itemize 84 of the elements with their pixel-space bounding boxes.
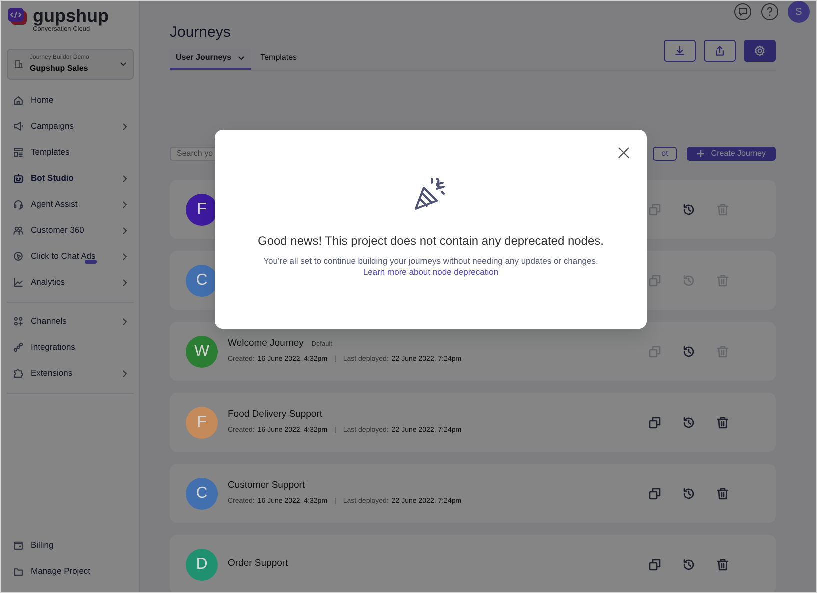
settings-icon: [754, 45, 766, 57]
line-chart-icon: [13, 277, 24, 288]
chat-button[interactable]: [734, 3, 752, 21]
copy-icon: [648, 486, 662, 500]
user-avatar[interactable]: S: [788, 1, 810, 23]
chevron-down-icon: [120, 62, 127, 67]
people-icon: [13, 225, 24, 236]
modal-message: You’re all set to continue building your journeys without needing any updates or changes. Learn more about node deprecation: [264, 256, 598, 279]
page-title: Journeys: [170, 25, 232, 40]
journey-avatar: C: [186, 478, 218, 510]
nav-item[interactable]: Home: [7, 88, 134, 114]
history-icon: [682, 416, 696, 430]
delete-button[interactable]: [716, 558, 730, 572]
settings-button[interactable]: [744, 40, 776, 62]
nav-item[interactable]: Templates: [7, 140, 134, 166]
plus-icon: [697, 150, 706, 158]
copy-button[interactable]: [648, 416, 662, 430]
create-journey-button[interactable]: Create Journey: [687, 147, 776, 161]
nav-item[interactable]: Manage Project: [7, 558, 134, 584]
history-button[interactable]: [682, 486, 696, 500]
history-icon: [682, 486, 696, 500]
nav-item[interactable]: Channels: [7, 308, 134, 335]
nav-item[interactable]: Bot Studio: [7, 166, 134, 192]
journey-avatar: F: [186, 194, 218, 226]
copy-icon: [648, 416, 662, 430]
upload-icon: [714, 45, 726, 57]
history-icon: [682, 344, 696, 358]
download-icon: [674, 45, 686, 57]
home-icon: [13, 95, 24, 106]
nav-item[interactable]: Campaigns: [7, 114, 134, 140]
copy-button[interactable]: [648, 486, 662, 500]
channels-icon: [13, 316, 24, 328]
journey-avatar: F: [186, 406, 218, 438]
building-icon: [14, 59, 24, 70]
journey-card[interactable]: D Order Support: [170, 535, 776, 592]
delete-button[interactable]: [716, 416, 730, 430]
close-icon: [618, 147, 630, 159]
copy-icon: [648, 558, 662, 572]
history-icon: [682, 558, 696, 572]
nav-item[interactable]: Agent Assist: [7, 192, 134, 218]
nav-item[interactable]: Billing: [7, 532, 134, 558]
brand-name: gupshup: [33, 7, 109, 25]
modal-title: Good news! This project does not contain any deprecated nodes.: [256, 233, 605, 250]
close-button[interactable]: [618, 147, 630, 159]
journey-name: Welcome Journey: [228, 337, 304, 352]
link-nodes-icon: [13, 342, 24, 354]
nav-item[interactable]: Analytics: [7, 270, 134, 296]
nav-item[interactable]: Integrations: [7, 334, 134, 361]
cursor-circle-icon: [13, 251, 24, 262]
history-button[interactable]: [682, 344, 696, 358]
delete-button[interactable]: [716, 486, 730, 500]
help-icon: [761, 3, 779, 21]
upload-button[interactable]: [704, 40, 736, 62]
wallet-icon: [13, 540, 24, 550]
history-button[interactable]: [682, 202, 696, 216]
journey-name: Food Delivery Support: [228, 408, 323, 422]
nav-item[interactable]: Click to Chat Ads: [7, 244, 134, 270]
folder-icon: [13, 566, 24, 576]
nav-item[interactable]: Customer 360: [7, 218, 134, 244]
trash-icon: [716, 416, 730, 430]
headset-icon: [13, 199, 24, 210]
secondary-button[interactable]: ot: [652, 147, 678, 161]
journey-avatar: D: [186, 548, 218, 580]
megaphone-icon: [13, 121, 24, 132]
journey-name: Customer Support: [228, 479, 306, 494]
help-button[interactable]: [761, 3, 779, 21]
journey-avatar: C: [186, 264, 218, 296]
trash-icon: [716, 486, 730, 500]
trash-icon: [716, 558, 730, 572]
download-button[interactable]: [664, 40, 696, 62]
tab[interactable]: Templates: [254, 49, 304, 70]
journey-name: Order Support: [228, 557, 288, 572]
template-icon: [13, 147, 24, 158]
puzzle-icon: [13, 368, 24, 380]
history-button[interactable]: [682, 558, 696, 572]
history-icon: [682, 202, 696, 216]
copy-button[interactable]: [648, 558, 662, 572]
learn-more-link[interactable]: Learn more about node deprecation: [363, 267, 499, 278]
robot-icon: [13, 173, 24, 184]
chat-bubble-icon: [734, 3, 752, 21]
nav-item[interactable]: Extensions: [7, 360, 134, 387]
history-button[interactable]: [682, 416, 696, 430]
journey-avatar: W: [186, 336, 218, 368]
project-name: Gupshup Sales: [30, 62, 90, 75]
